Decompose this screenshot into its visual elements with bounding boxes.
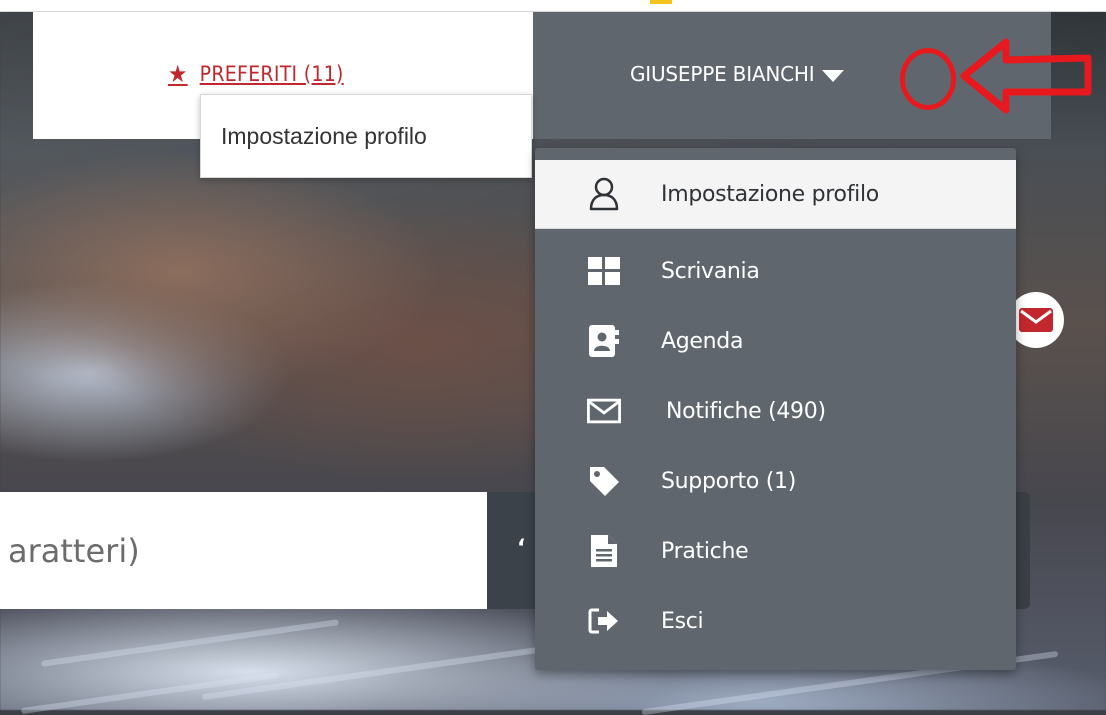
tooltip: Impostazione profilo	[200, 94, 532, 178]
menu-item-label: Scrivania	[661, 258, 760, 284]
menu-item-label: Esci	[661, 608, 704, 634]
menu-item-notifications[interactable]: Notifiche (490)	[535, 376, 1016, 446]
annotation-circle	[900, 48, 956, 110]
user-name: GIUSEPPE BIANCHI	[630, 62, 815, 86]
sign-out-icon	[587, 604, 621, 638]
menu-item-support[interactable]: Supporto (1)	[535, 446, 1016, 516]
document-icon	[587, 534, 621, 568]
search-icon: ʻ	[517, 536, 526, 561]
menu-item-logout[interactable]: Esci	[535, 586, 1016, 656]
top-strip	[0, 0, 1106, 12]
user-menu-button[interactable]: GIUSEPPE BIANCHI	[630, 62, 845, 86]
user-icon	[587, 177, 621, 211]
menu-item-label: Impostazione profilo	[661, 181, 879, 207]
envelope-icon	[587, 394, 621, 428]
menu-item-profile-settings[interactable]: Impostazione profilo	[535, 160, 1016, 229]
star-icon: ★	[168, 60, 188, 88]
caret-down-icon[interactable]	[822, 69, 845, 82]
menu-item-label: Supporto (1)	[661, 468, 796, 494]
user-dropdown-menu: Impostazione profilo Scrivania Agenda No…	[535, 148, 1016, 670]
mail-button[interactable]	[1008, 292, 1064, 348]
contact-book-icon	[587, 324, 621, 358]
menu-item-agenda[interactable]: Agenda	[535, 306, 1016, 376]
menu-item-practices[interactable]: Pratiche	[535, 516, 1016, 586]
favorites-link[interactable]: ★ PREFERITI (11)	[168, 62, 344, 86]
tag-icon	[587, 464, 621, 498]
menu-item-label: Agenda	[661, 328, 744, 354]
search-value: aratteri)	[8, 531, 140, 570]
favorites-label: PREFERITI (11)	[199, 62, 344, 86]
envelope-icon	[1019, 308, 1053, 332]
menu-item-desk[interactable]: Scrivania	[535, 236, 1016, 306]
accent-bar	[650, 0, 672, 4]
annotation-arrow-icon	[960, 38, 1092, 114]
menu-item-label: Pratiche	[661, 538, 749, 564]
menu-item-label: Notifiche (490)	[666, 398, 826, 424]
grid-icon	[587, 254, 621, 288]
search-input[interactable]: aratteri)	[0, 492, 487, 609]
tooltip-text: Impostazione profilo	[221, 122, 427, 149]
